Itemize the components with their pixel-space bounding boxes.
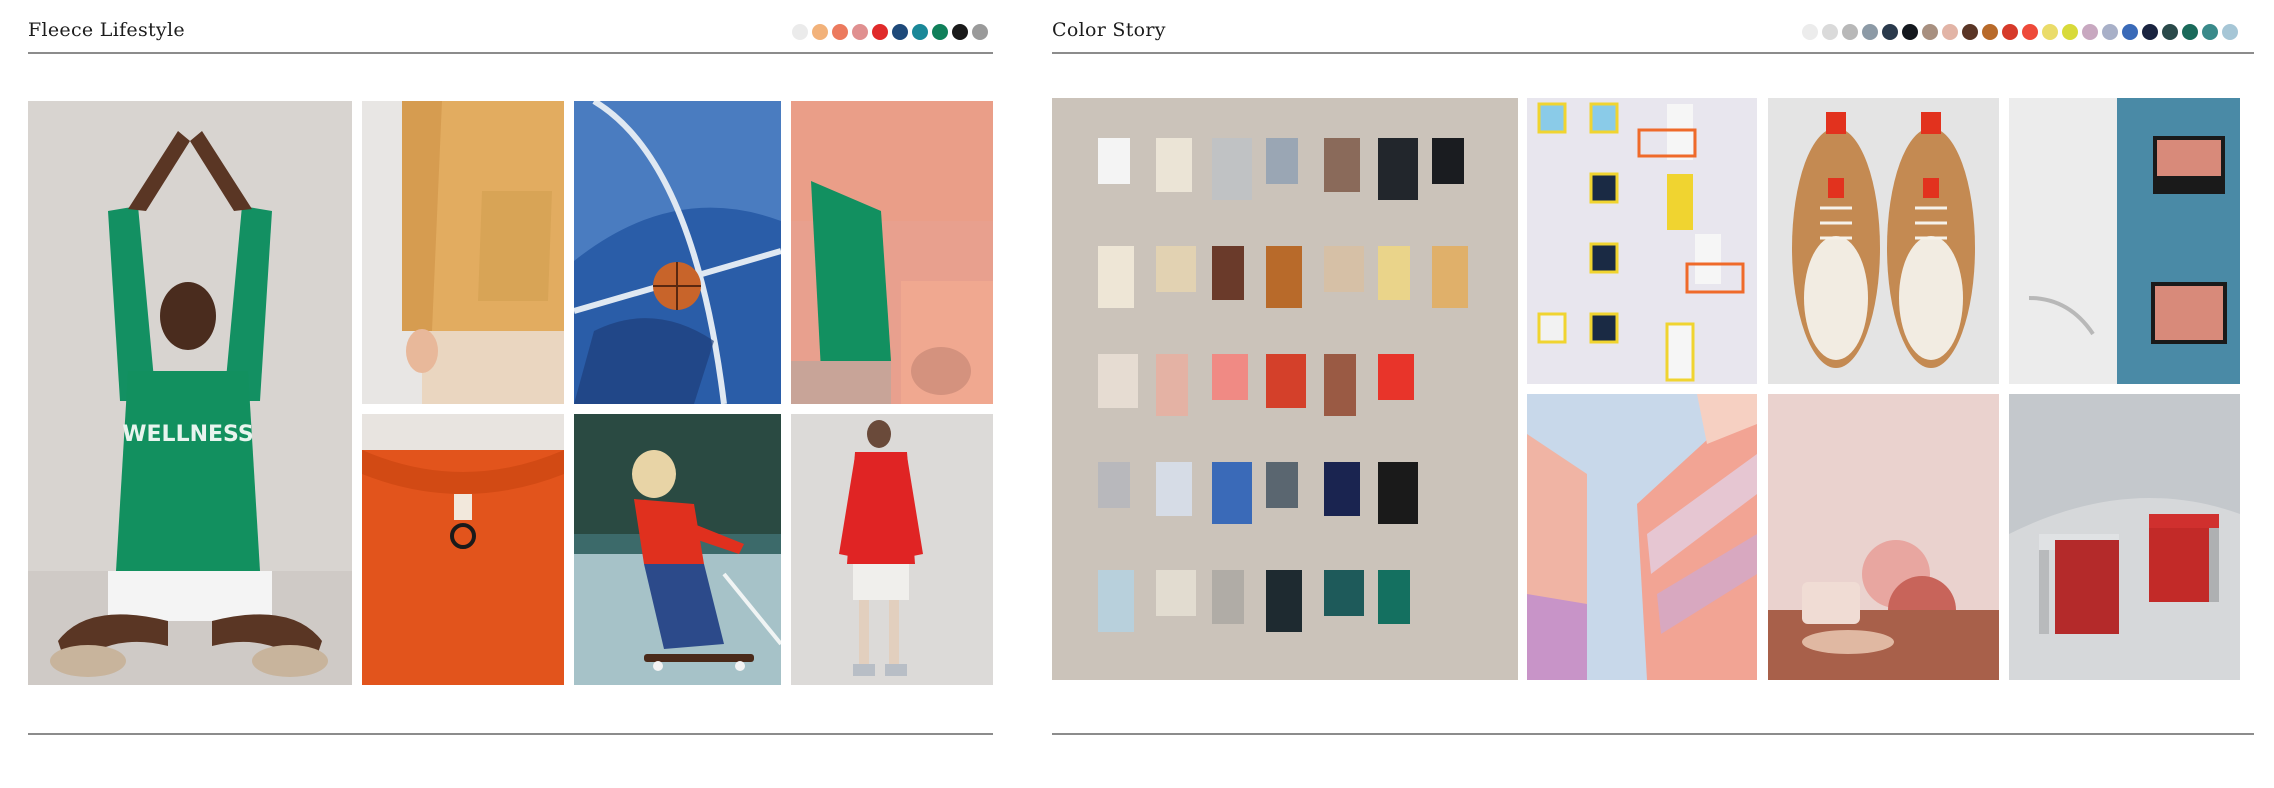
fleece-lifestyle-panel: Fleece Lifestyle WELLNESS xyxy=(0,0,1012,788)
material-sample xyxy=(1266,138,1298,184)
color-story-palette xyxy=(1802,24,2238,40)
material-sample xyxy=(1432,246,1468,308)
material-sample xyxy=(1098,462,1130,508)
material-sample xyxy=(1266,462,1298,508)
color-story-panel: Color Story xyxy=(1040,0,2274,788)
material-sample xyxy=(1324,138,1360,192)
palette-swatch xyxy=(2182,24,2198,40)
palette-swatch xyxy=(2102,24,2118,40)
palette-swatch xyxy=(872,24,888,40)
photo-green-sweatshirt-model: WELLNESS xyxy=(28,101,352,685)
palette-swatch xyxy=(932,24,948,40)
material-sample xyxy=(1378,354,1414,400)
material-sample xyxy=(1098,354,1138,408)
material-sample xyxy=(1266,354,1306,408)
material-sample xyxy=(1378,570,1410,624)
photo-red-metal-stools xyxy=(2009,394,2240,680)
top-rule xyxy=(1052,52,2254,54)
material-sample xyxy=(1324,570,1364,616)
palette-swatch xyxy=(2082,24,2098,40)
material-sample xyxy=(1156,462,1192,516)
photo-basketball-court xyxy=(574,101,781,404)
palette-swatch xyxy=(792,24,808,40)
material-sample xyxy=(1156,138,1192,192)
palette-swatch xyxy=(2222,24,2238,40)
material-sample xyxy=(1156,354,1188,416)
sweatshirt-print: WELLNESS xyxy=(122,422,253,447)
material-sample xyxy=(1378,246,1410,300)
material-sample xyxy=(1098,570,1134,632)
palette-swatch xyxy=(1862,24,1878,40)
bottom-rule xyxy=(28,733,993,735)
palette-swatch xyxy=(1922,24,1938,40)
material-sample xyxy=(1324,246,1364,292)
palette-swatch xyxy=(912,24,928,40)
palette-swatch xyxy=(852,24,868,40)
palette-swatch xyxy=(812,24,828,40)
material-sample xyxy=(1212,462,1252,524)
fleece-palette xyxy=(792,24,988,40)
palette-swatch xyxy=(1962,24,1978,40)
photo-pink-buildings xyxy=(1527,394,1757,680)
top-rule xyxy=(28,52,993,54)
palette-swatch xyxy=(2202,24,2218,40)
material-sample xyxy=(1156,246,1196,292)
fleece-lifestyle-title: Fleece Lifestyle xyxy=(28,19,185,41)
material-sample xyxy=(1324,462,1360,516)
photo-skateboarder xyxy=(574,414,781,685)
material-sample xyxy=(1266,570,1302,632)
photo-tan-hoodie xyxy=(362,101,564,404)
palette-swatch xyxy=(952,24,968,40)
material-sample xyxy=(1212,354,1248,400)
material-sample xyxy=(1212,138,1252,200)
photo-material-flatlay xyxy=(1052,98,1518,680)
palette-swatch xyxy=(892,24,908,40)
material-sample xyxy=(1378,138,1418,200)
material-sample xyxy=(1156,570,1196,616)
palette-swatch xyxy=(1842,24,1858,40)
palette-swatch xyxy=(2042,24,2058,40)
palette-swatch xyxy=(2142,24,2158,40)
palette-swatch xyxy=(832,24,848,40)
material-sample xyxy=(1098,138,1130,184)
photo-sneakers xyxy=(1768,98,1999,384)
palette-swatch xyxy=(1802,24,1818,40)
palette-swatch xyxy=(2162,24,2178,40)
palette-swatch xyxy=(2002,24,2018,40)
palette-swatch xyxy=(972,24,988,40)
photo-red-sweatshirt-model xyxy=(791,414,993,685)
palette-swatch xyxy=(1902,24,1918,40)
palette-swatch xyxy=(1942,24,1958,40)
palette-swatch xyxy=(2122,24,2138,40)
photo-blue-wall-windows xyxy=(2009,98,2240,384)
photo-building-yellow-windows xyxy=(1527,98,1757,384)
material-sample xyxy=(1378,462,1418,524)
palette-swatch xyxy=(2062,24,2078,40)
palette-swatch xyxy=(1882,24,1898,40)
palette-swatch xyxy=(1982,24,1998,40)
palette-swatch xyxy=(2022,24,2038,40)
bottom-rule xyxy=(1052,733,2254,735)
material-sample xyxy=(1212,570,1244,624)
photo-orange-sweatshirt-label xyxy=(362,414,564,685)
palette-swatch xyxy=(1822,24,1838,40)
material-sample xyxy=(1212,246,1244,300)
material-sample xyxy=(1432,138,1464,184)
color-story-title: Color Story xyxy=(1052,19,1166,41)
material-sample xyxy=(1098,246,1134,308)
photo-paper-shapes xyxy=(1768,394,1999,680)
photo-pink-sweatshirt-green-shorts xyxy=(791,101,993,404)
material-sample xyxy=(1324,354,1356,416)
material-sample xyxy=(1266,246,1302,308)
